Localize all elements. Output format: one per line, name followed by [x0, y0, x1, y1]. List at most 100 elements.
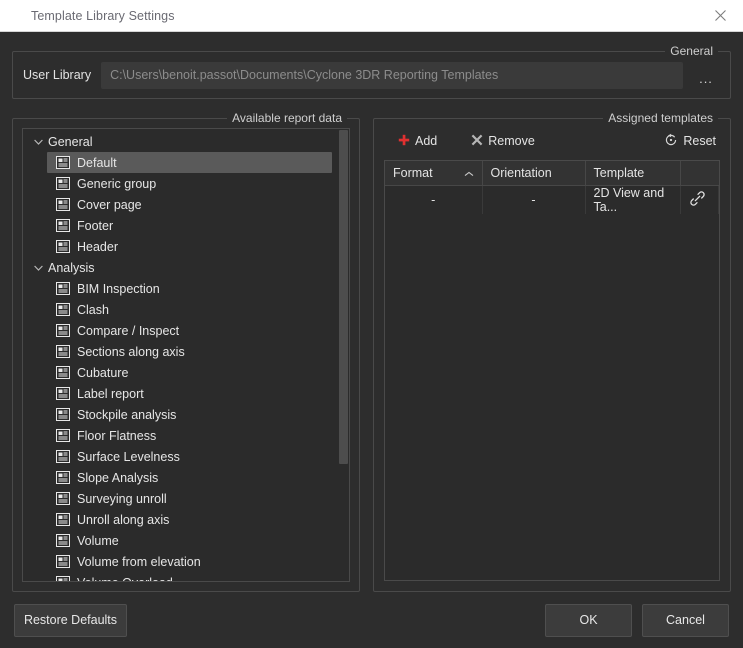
tree-item-unroll-along-axis[interactable]: Unroll along axis: [23, 509, 337, 530]
report-document-icon: [56, 429, 70, 442]
ok-button[interactable]: OK: [545, 604, 632, 637]
report-document-icon: [56, 156, 70, 169]
title-bar: Template Library Settings: [0, 0, 743, 32]
tree-group-label: Analysis: [48, 261, 95, 275]
report-document-icon: [56, 219, 70, 232]
tree-item-compare-inspect[interactable]: Compare / Inspect: [23, 320, 337, 341]
tree-item-sections-along-axis[interactable]: Sections along axis: [23, 341, 337, 362]
reset-circular-arrow-icon: [664, 133, 678, 150]
browse-button[interactable]: ...: [692, 63, 720, 88]
tree-group-general[interactable]: General: [23, 131, 337, 152]
cell-template: 2D View and Ta...: [585, 185, 681, 214]
general-group: General User Library ...: [12, 51, 731, 99]
assigned-templates-table: Format Orientation Template: [385, 161, 719, 214]
report-document-icon: [56, 471, 70, 484]
assigned-templates-table-wrap: Format Orientation Template: [384, 160, 720, 581]
tree-item-label: Cover page: [77, 198, 142, 212]
tree-item-surface-levelness[interactable]: Surface Levelness: [23, 446, 337, 467]
assigned-templates-legend: Assigned templates: [603, 111, 718, 125]
report-document-icon: [56, 450, 70, 463]
restore-defaults-button[interactable]: Restore Defaults: [14, 604, 127, 637]
reset-label: Reset: [683, 134, 716, 148]
tree-item-label: Footer: [77, 219, 113, 233]
tree-item-label: Compare / Inspect: [77, 324, 179, 338]
table-header: Format Orientation Template: [385, 161, 719, 185]
tree-item-label: Sections along axis: [77, 345, 185, 359]
tree-item-bim-inspection[interactable]: BIM Inspection: [23, 278, 337, 299]
tree-item-clash[interactable]: Clash: [23, 299, 337, 320]
tree-item-label: Volume: [77, 534, 119, 548]
tree-item-floor-flatness[interactable]: Floor Flatness: [23, 425, 337, 446]
tree-group-label: General: [48, 135, 92, 149]
chain-link-icon[interactable]: [689, 196, 706, 210]
reset-button[interactable]: Reset: [660, 131, 720, 152]
table-header-row: Format Orientation Template: [385, 161, 719, 185]
tree-item-stockpile-analysis[interactable]: Stockpile analysis: [23, 404, 337, 425]
window-title: Template Library Settings: [0, 9, 175, 23]
cancel-button[interactable]: Cancel: [642, 604, 729, 637]
chevron-down-icon[interactable]: [31, 261, 45, 275]
tree-item-default[interactable]: Default: [47, 152, 332, 173]
column-header-orientation[interactable]: Orientation: [482, 161, 585, 185]
tree-item-label: Volume from elevation: [77, 555, 201, 569]
report-document-icon: [56, 240, 70, 253]
add-button[interactable]: Add: [394, 132, 441, 151]
remove-button[interactable]: Remove: [467, 132, 539, 151]
remove-label: Remove: [488, 134, 535, 148]
report-document-icon: [56, 534, 70, 547]
report-document-icon: [56, 513, 70, 526]
chevron-down-icon[interactable]: [31, 135, 45, 149]
report-document-icon: [56, 282, 70, 295]
report-document-icon: [56, 198, 70, 211]
tree-item-generic-group[interactable]: Generic group: [23, 173, 337, 194]
report-document-icon: [56, 366, 70, 379]
column-header-format[interactable]: Format: [385, 161, 482, 185]
table-row[interactable]: - - 2D View and Ta...: [385, 185, 719, 214]
tree-item-volume-overload[interactable]: Volume Overload: [23, 572, 337, 581]
tree-item-cubature[interactable]: Cubature: [23, 362, 337, 383]
caret-up-icon: [464, 166, 474, 180]
close-icon: [714, 9, 727, 22]
tree-item-label: Header: [77, 240, 118, 254]
tree-item-label: Volume Overload: [77, 576, 173, 582]
table-body: - - 2D View and Ta...: [385, 185, 719, 214]
tree-item-header[interactable]: Header: [23, 236, 337, 257]
tree-item-label: Label report: [77, 387, 144, 401]
user-library-input[interactable]: [101, 62, 683, 89]
report-document-icon: [56, 324, 70, 337]
tree-item-footer[interactable]: Footer: [23, 215, 337, 236]
tree-item-label: BIM Inspection: [77, 282, 160, 296]
available-report-data-group: Available report data General: [12, 118, 360, 592]
dialog-body: General User Library ... Available repor…: [0, 32, 743, 592]
column-header-template[interactable]: Template: [585, 161, 681, 185]
tree-scrollbar[interactable]: [338, 129, 349, 581]
column-header-actions[interactable]: [681, 161, 719, 185]
general-group-legend: General: [665, 44, 718, 58]
report-data-tree[interactable]: General: [23, 129, 337, 581]
tree-item-volume-from-elevation[interactable]: Volume from elevation: [23, 551, 337, 572]
tree-scrollbar-thumb[interactable]: [339, 130, 348, 464]
tree-group-analysis[interactable]: Analysis: [23, 257, 337, 278]
tree-item-label: Cubature: [77, 366, 128, 380]
report-document-icon: [56, 408, 70, 421]
tree-item-label: Stockpile analysis: [77, 408, 176, 422]
tree-item-surveying-unroll[interactable]: Surveying unroll: [23, 488, 337, 509]
tree-item-label-report[interactable]: Label report: [23, 383, 337, 404]
tree-item-volume[interactable]: Volume: [23, 530, 337, 551]
panels-row: Available report data General: [12, 118, 731, 592]
assigned-templates-group: Assigned templates Add Remove: [373, 118, 731, 592]
tree-item-label: Default: [77, 156, 117, 170]
report-document-icon: [56, 177, 70, 190]
assigned-templates-toolbar: Add Remove: [384, 128, 720, 154]
tree-item-slope-analysis[interactable]: Slope Analysis: [23, 467, 337, 488]
report-document-icon: [56, 492, 70, 505]
close-button[interactable]: [697, 0, 743, 31]
tree-item-cover-page[interactable]: Cover page: [23, 194, 337, 215]
tree-item-label: Surveying unroll: [77, 492, 167, 506]
available-report-data-panel: General: [22, 128, 350, 582]
available-report-data-legend: Available report data: [227, 111, 347, 125]
report-document-icon: [56, 387, 70, 400]
cell-link[interactable]: [681, 185, 719, 214]
report-document-icon: [56, 555, 70, 568]
cross-icon: [471, 134, 483, 149]
